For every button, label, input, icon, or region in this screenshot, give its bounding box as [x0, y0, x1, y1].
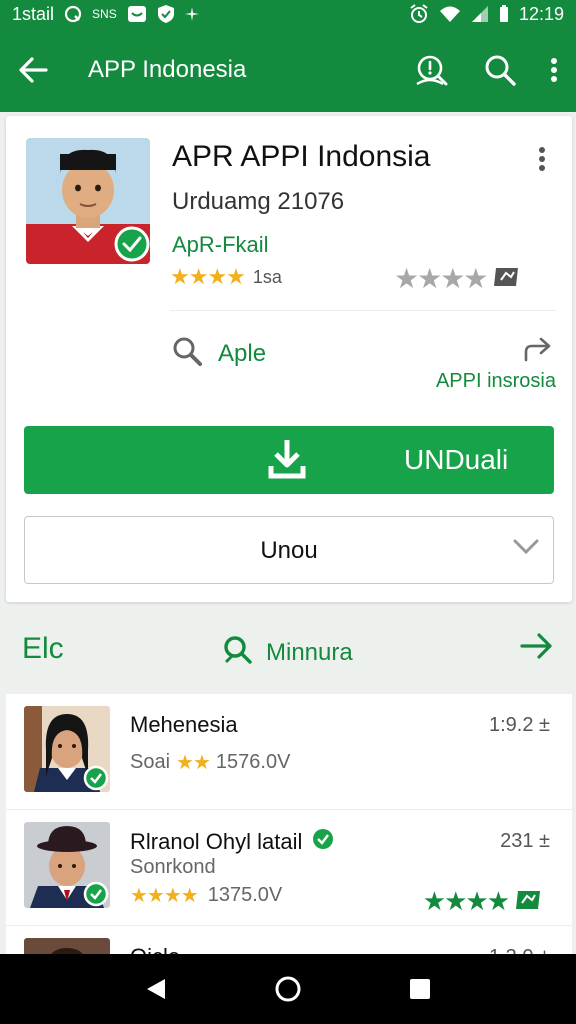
list-item-stars: ★★★★ [130, 885, 199, 907]
list-item-sub-prefix: Soai [130, 751, 171, 773]
status-left-text: 1stail [12, 3, 55, 24]
grey-stars: ★★★★ [394, 263, 488, 294]
back-triangle-icon[interactable] [126, 959, 186, 1019]
list-item-avatar [24, 938, 110, 954]
download-icon [268, 438, 306, 485]
list-item-title: Rlranol Ohyl latail [130, 828, 334, 856]
search-icon [172, 336, 204, 371]
divider [170, 310, 556, 311]
list-item-title-text: Oicle [130, 944, 180, 954]
list-item-avatar [24, 706, 110, 792]
battery-icon [499, 5, 509, 23]
recents-square-icon[interactable] [390, 959, 450, 1019]
app-bar-title: APP Indonesia [88, 56, 247, 83]
list-item-title-text: Rlranol Ohyl latail [130, 829, 303, 854]
status-bar: 1stail SNS 12:19 [0, 0, 576, 28]
list-item-sub-value: 1576.0V [215, 751, 291, 773]
more-vert-icon[interactable] [550, 57, 558, 83]
app-search-row[interactable]: Aple [172, 336, 266, 371]
app-bar: APP Indonesia [0, 28, 576, 112]
list-item-sub-line: ★★★★ 1375.0V [130, 883, 282, 908]
install-button[interactable]: UNDuali [24, 426, 554, 494]
install-button-label: UNDuali [404, 444, 509, 475]
version-select[interactable]: Unou [24, 516, 554, 584]
notification-icon [64, 5, 82, 23]
share-arrow-icon[interactable] [524, 336, 552, 362]
list-item-sub-prefix: Sonrkond [130, 856, 216, 878]
card-more-vert-icon[interactable] [538, 146, 546, 172]
list-item[interactable]: Rlranol Ohyl latail Sonrkond ★★★★ 1375.0… [6, 810, 572, 926]
message-icon [127, 5, 147, 23]
app-title: APR APPI Indonsia [172, 140, 431, 173]
section-middle-label: Minnura [266, 638, 353, 666]
signal-icon [471, 5, 489, 23]
app-detail-card: APR APPI Indonsia Urduamg 21076 ApR-Fkai… [6, 116, 572, 602]
rating-count: 1sa [252, 266, 282, 287]
status-small-text: SNS [92, 7, 117, 21]
arrow-right-icon[interactable] [520, 632, 554, 660]
app-developer-link[interactable]: ApR-Fkail [172, 232, 269, 258]
list-item-title-text: Mehenesia [130, 712, 238, 737]
list-item-stars: ★★ [176, 752, 211, 774]
list-item[interactable]: Mehenesia Soai ★★ 1576.0V 1:9.2 ± [6, 694, 572, 810]
list-item-subtitle: Soai ★★ 1576.0V [130, 750, 290, 775]
related-link[interactable]: APPI insrosia [436, 370, 556, 393]
list-item-meta: 231 ± [500, 830, 550, 852]
person-search-icon [222, 634, 254, 671]
rate-edit-icon[interactable] [514, 888, 542, 915]
app-rating: ★★★★ 1sa [170, 264, 282, 290]
home-circle-icon[interactable] [258, 959, 318, 1019]
wifi-icon [439, 5, 461, 23]
search-icon[interactable] [484, 54, 516, 86]
app-subtitle: Urduamg 21076 [172, 188, 345, 215]
list-item-title: Mehenesia [130, 712, 238, 738]
list-item-avatar [24, 822, 110, 908]
app-list: Mehenesia Soai ★★ 1576.0V 1:9.2 ± Rlrano… [6, 694, 572, 954]
list-item-rating[interactable]: ★★★★ [423, 886, 542, 917]
list-item-subtitle: Sonrkond ★★★★ 1375.0V [130, 856, 282, 908]
status-time: 12:19 [518, 3, 564, 24]
navigation-bar [0, 954, 576, 1024]
list-item-meta: 1:9.2 ± [488, 714, 550, 736]
rate-edit-icon[interactable] [492, 264, 522, 293]
search-row-label: Aple [218, 339, 267, 367]
verified-check-icon [312, 828, 334, 856]
select-value: Unou [260, 537, 318, 564]
rating-stars: ★★★★ [170, 264, 246, 289]
alarm-icon [409, 4, 429, 24]
section-left-label: Elc [22, 632, 64, 665]
list-item-sub-value: 1375.0V [207, 884, 283, 906]
back-arrow-icon[interactable] [18, 57, 48, 83]
green-stars: ★★★★ [422, 886, 510, 916]
shield-icon [157, 4, 175, 24]
sparkle-icon [184, 7, 199, 21]
section-middle[interactable]: Minnura [222, 634, 353, 671]
user-rating-stars[interactable]: ★★★★ [394, 262, 522, 295]
list-item[interactable]: Oicle 1.3.0 ± [6, 926, 572, 954]
app-icon-image [26, 138, 150, 264]
section-header: Elc Minnura [0, 606, 576, 690]
list-item-meta: 1.3.0 ± [489, 946, 550, 954]
person-search-icon[interactable] [414, 54, 450, 86]
list-item-title: Oicle [130, 944, 180, 954]
chevron-down-icon [513, 539, 539, 560]
